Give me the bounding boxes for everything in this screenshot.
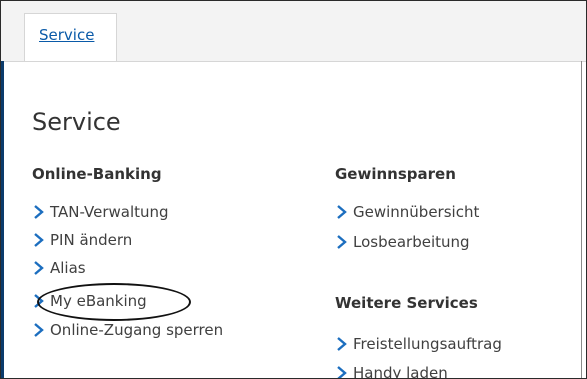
link-label: Online-Zugang sperren (50, 321, 224, 339)
chevron-right-icon (335, 336, 348, 352)
tab-bar: Service (1, 1, 586, 62)
link-label: Alias (50, 259, 86, 277)
link-label: My eBanking (50, 292, 147, 310)
page-frame: Service Service Online-Banking TAN-Verwa… (0, 0, 587, 379)
link-freistellungsauftrag[interactable]: Freistellungsauftrag (335, 335, 502, 353)
chevron-right-icon (32, 293, 45, 309)
link-label: Handy laden (353, 364, 448, 379)
left-edge-bar (1, 61, 4, 378)
link-label: Losbearbeitung (353, 233, 470, 251)
link-handy-laden[interactable]: Handy laden (335, 364, 448, 379)
chevron-right-icon (32, 322, 45, 338)
page-title: Service (32, 108, 121, 136)
link-label: Gewinnübersicht (353, 203, 480, 221)
link-my-ebanking[interactable]: My eBanking (32, 292, 147, 310)
link-online-zugang-sperren[interactable]: Online-Zugang sperren (32, 321, 223, 339)
link-label: Freistellungsauftrag (353, 335, 502, 353)
chevron-right-icon (335, 365, 348, 378)
tab-service[interactable]: Service (24, 13, 117, 61)
link-tan-verwaltung[interactable]: TAN-Verwaltung (32, 203, 169, 221)
link-label: PIN ändern (50, 231, 133, 249)
link-losbearbeitung[interactable]: Losbearbeitung (335, 233, 470, 251)
link-alias[interactable]: Alias (32, 259, 86, 277)
chevron-right-icon (32, 204, 45, 220)
tab-service-link[interactable]: Service (39, 26, 94, 44)
chevron-right-icon (32, 260, 45, 276)
chevron-right-icon (32, 232, 45, 248)
link-label: TAN-Verwaltung (50, 203, 169, 221)
chevron-right-icon (335, 234, 348, 250)
gewinnsparen-heading: Gewinnsparen (335, 165, 456, 183)
online-banking-heading: Online-Banking (32, 165, 162, 183)
chevron-right-icon (335, 204, 348, 220)
right-divider (581, 61, 582, 378)
link-gewinnuebersicht[interactable]: Gewinnübersicht (335, 203, 479, 221)
weitere-services-heading: Weitere Services (335, 294, 478, 312)
link-pin-aendern[interactable]: PIN ändern (32, 231, 132, 249)
